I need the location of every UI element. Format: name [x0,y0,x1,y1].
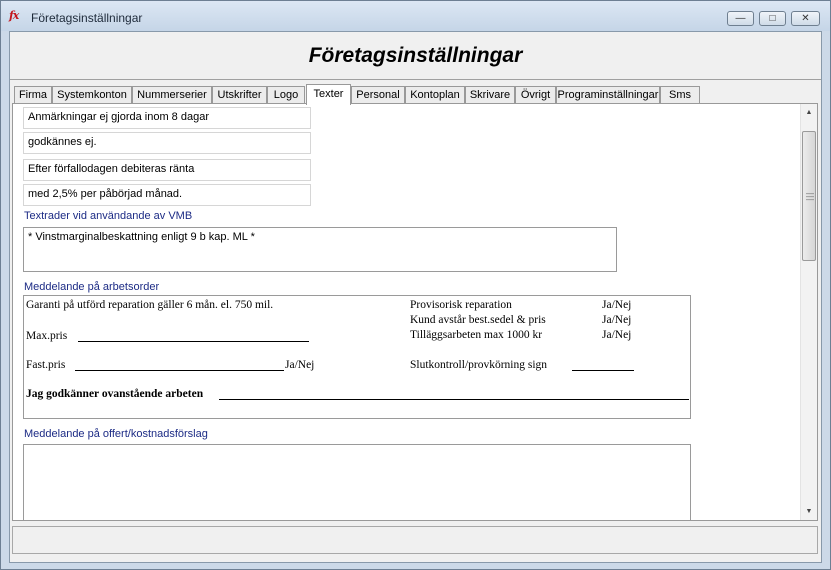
workorder-guarantee: Garanti på utförd reparation gäller 6 må… [26,299,274,311]
tab-sms[interactable]: Sms [660,86,700,104]
text-line-1[interactable]: Anmärkningar ej gjorda inom 8 dagar [23,107,311,129]
tab-ovrigt[interactable]: Övrigt [515,86,556,104]
text-line-3[interactable]: Efter förfallodagen debiteras ränta [23,159,311,181]
workorder-textarea[interactable]: Garanti på utförd reparation gäller 6 må… [23,295,691,419]
scroll-thumb[interactable]: — — — [802,131,816,261]
header-panel: Företagsinställningar [10,32,821,80]
tab-logo[interactable]: Logo [267,86,305,104]
workorder-label: Meddelande på arbetsorder [24,281,160,293]
offer-label: Meddelande på offert/kostnadsförslag [24,428,208,440]
maxpris-line [78,341,309,342]
tab-systemkonton[interactable]: Systemkonton [52,86,132,104]
text-line-4[interactable]: med 2,5% per påbörjad månad. [23,184,311,206]
workorder-right-value-3: Ja/Nej [602,329,632,341]
close-button[interactable]: ✕ [791,11,820,26]
workorder-right-value-2: Ja/Nej [602,314,632,326]
scroll-up-arrow-icon[interactable]: ▲ [801,104,817,121]
slutkontroll-line [572,370,634,371]
vertical-scrollbar[interactable]: ▲ — — — ▼ [800,104,817,520]
tab-personal[interactable]: Personal [351,86,405,104]
vmb-textarea[interactable]: * Vinstmarginalbeskattning enligt 9 b ka… [23,227,617,272]
workorder-right-2: Kund avstår best.sedel & pris [410,314,546,326]
tab-nummerserier[interactable]: Nummerserier [132,86,212,104]
maximize-button[interactable]: □ [759,11,786,26]
window-title: Företagsinställningar [31,11,143,25]
workorder-right-value-1: Ja/Nej [602,299,632,311]
minimize-button[interactable]: — [727,11,754,26]
offer-textarea[interactable] [23,444,691,520]
tab-kontoplan[interactable]: Kontoplan [405,86,465,104]
tab-utskrifter[interactable]: Utskrifter [212,86,267,104]
status-bar [12,526,818,554]
title-bar: fx Företagsinställningar — □ ✕ [1,1,830,31]
workorder-right-3: Tilläggsarbeten max 1000 kr [410,329,543,341]
tab-firma[interactable]: Firma [14,86,52,104]
text-line-2[interactable]: godkännes ej. [23,132,311,154]
tab-skrivare[interactable]: Skrivare [465,86,515,104]
texter-panel: Anmärkningar ej gjorda inom 8 dagar godk… [12,103,818,521]
tab-texter[interactable]: Texter [306,84,351,105]
tab-programinstallningar[interactable]: Programinställningar [556,86,660,104]
workorder-slutkontroll: Slutkontroll/provkörning sign [410,359,548,371]
client-area: Företagsinställningar Firma Systemkonton… [9,31,822,563]
settings-window: fx Företagsinställningar — □ ✕ Företagsi… [0,0,831,570]
scroll-down-arrow-icon[interactable]: ▼ [801,503,817,520]
workorder-maxpris: Max.pris [26,330,68,342]
workorder-approve: Jag godkänner ovanstående arbeten [26,388,204,400]
workorder-fastpris: Fast.pris [26,359,66,371]
workorder-right-1: Provisorisk reparation [410,299,512,311]
page-title: Företagsinställningar [308,44,523,67]
app-logo-icon: fx [9,9,19,22]
vmb-label: Textrader vid användande av VMB [24,210,193,222]
vmb-text: * Vinstmarginalbeskattning enligt 9 b ka… [28,231,255,243]
workorder-fastpris-janej: Ja/Nej [285,359,315,371]
grip-icon: — — — [806,189,814,204]
fastpris-line [75,370,284,371]
approve-line [219,399,689,400]
